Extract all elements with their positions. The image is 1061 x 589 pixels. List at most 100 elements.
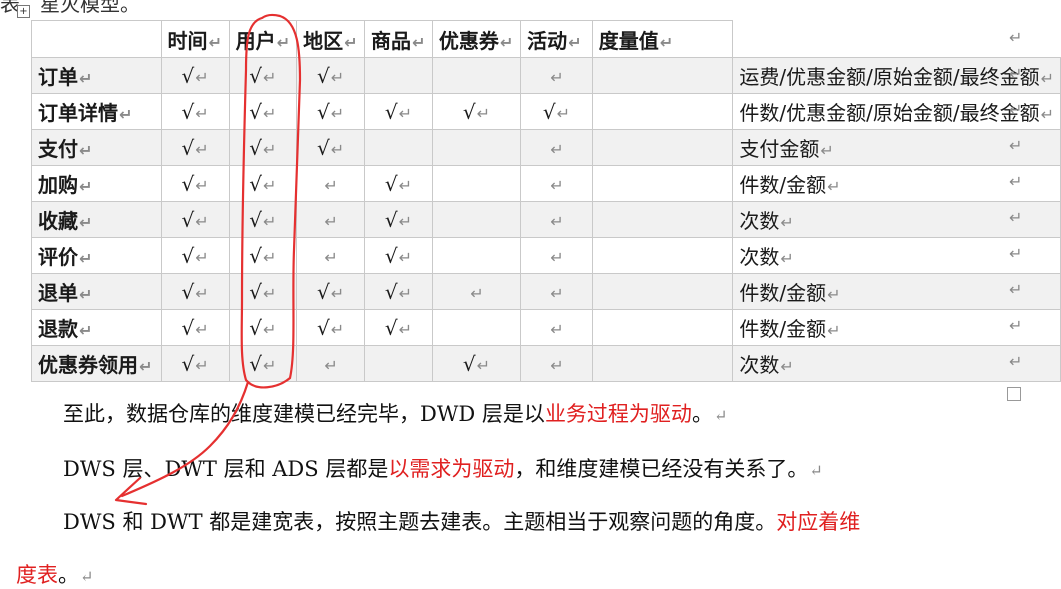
- paragraph-wide-table-continued: 度表。↵: [16, 563, 94, 587]
- row-header-cell: 订单↵: [31, 57, 162, 94]
- check-mark: √: [316, 135, 330, 160]
- check-mark: √: [316, 279, 330, 304]
- matrix-cell: ↵: [520, 201, 593, 238]
- matrix-cell: [364, 57, 433, 94]
- table-row: 退款↵ √↵ √↵ √↵ √↵ ↵ 件数/金额↵: [31, 309, 1061, 346]
- check-mark: √: [316, 99, 330, 124]
- paragraph-mark: ↵: [79, 321, 93, 340]
- paragraph-mark: ↵: [470, 283, 484, 303]
- paragraph-mark: ↵: [324, 211, 338, 231]
- paragraph-mark: ↵: [119, 105, 133, 124]
- matrix-cell: ↵: [296, 345, 365, 382]
- measure-value: 件数/优惠金额/原始金额/最终金额: [739, 101, 1040, 125]
- paragraph-mark: ↵: [263, 139, 277, 159]
- matrix-cell: √↵: [228, 345, 298, 382]
- paragraph-mark: ↵: [550, 211, 564, 231]
- paragraph-mark: ↵: [195, 67, 209, 87]
- paragraph-mark: ↵: [208, 32, 222, 52]
- table-move-handle-icon[interactable]: +: [17, 5, 30, 18]
- matrix-cell: √↵: [228, 309, 298, 346]
- check-mark: √: [181, 207, 195, 232]
- paragraph-mark: ↵: [330, 103, 345, 123]
- header-cell: 优惠券↵: [431, 20, 522, 58]
- row-header-cell: 收藏↵: [31, 201, 162, 238]
- paragraph-dwd: 至此，数据仓库的维度建模已经完毕，DWD 层是以业务过程为驱动。↵: [63, 402, 728, 426]
- paragraph-mark: ↵: [195, 139, 209, 159]
- check-mark: √: [316, 315, 330, 340]
- paragraph-mark: ↵: [276, 32, 291, 52]
- row-end-mark: ↵: [1009, 28, 1023, 47]
- matrix-cell: √↵: [296, 57, 365, 94]
- check-mark: √: [542, 99, 556, 124]
- paragraph-mark: ↵: [79, 177, 93, 196]
- row-label: 退单: [38, 281, 78, 305]
- matrix-cell: [591, 309, 734, 346]
- matrix-cell: [591, 129, 734, 166]
- header-cell: 活动↵: [520, 20, 593, 58]
- paragraph-mark: ↵: [79, 141, 93, 160]
- check-mark: √: [181, 351, 195, 376]
- matrix-cell: [431, 57, 522, 94]
- paragraph-dws-dwt-ads: DWS 层、DWT 层和 ADS 层都是以需求为驱动，和维度建模已经没有关系了。…: [63, 457, 823, 481]
- table-row: 支付↵ √↵ √↵ √↵ ↵ 支付金额↵: [31, 129, 1061, 166]
- check-mark: √: [181, 63, 195, 88]
- paragraph-mark: ↵: [476, 103, 491, 123]
- check-mark: √: [181, 171, 195, 196]
- paragraph-mark: ↵: [476, 355, 491, 375]
- header-cell: 用户↵: [228, 20, 298, 58]
- matrix-cell: [591, 201, 734, 238]
- matrix-cell: √↵: [431, 345, 522, 382]
- paragraph-mark: ↵: [195, 103, 209, 123]
- matrix-cell: √↵: [296, 129, 365, 166]
- row-header-cell: 订单详情↵: [31, 93, 162, 130]
- row-end-mark: ↵: [1009, 352, 1023, 371]
- paragraph-mark: ↵: [79, 285, 93, 304]
- matrix-cell: ↵: [520, 165, 593, 202]
- matrix-cell: [364, 129, 433, 166]
- paragraph-mark: ↵: [330, 319, 345, 339]
- check-mark: √: [181, 135, 195, 160]
- matrix-cell: √↵: [364, 273, 433, 310]
- matrix-cell: √↵: [160, 165, 230, 202]
- matrix-cell: [431, 201, 522, 238]
- matrix-cell: [431, 237, 522, 274]
- paragraph-mark: ↵: [780, 249, 794, 268]
- check-mark: √: [384, 171, 398, 196]
- paragraph-mark: ↵: [398, 211, 413, 231]
- paragraph-mark: ↵: [827, 177, 841, 196]
- matrix-cell: √↵: [160, 309, 230, 346]
- measure-value: 件数/金额: [739, 281, 827, 305]
- matrix-cell: ↵: [296, 237, 365, 274]
- paragraph-mark: ↵: [398, 283, 413, 303]
- header-label: 时间: [167, 28, 208, 53]
- matrix-cell: [431, 165, 522, 202]
- matrix-cell: √↵: [228, 165, 298, 202]
- paragraph-mark: ↵: [398, 319, 413, 339]
- matrix-cell: ↵: [431, 273, 522, 310]
- measure-value: 次数: [739, 245, 780, 269]
- paragraph-mark: ↵: [780, 213, 794, 232]
- row-end-mark: ↵: [1009, 136, 1023, 155]
- paragraph-mark: ↵: [263, 175, 277, 195]
- matrix-cell: √↵: [364, 165, 433, 202]
- matrix-cell: √↵: [160, 201, 230, 238]
- paragraph-wide-table: DWS 和 DWT 都是建宽表，按照主题去建表。主题相当于观察问题的角度。对应着…: [63, 510, 861, 534]
- matrix-cell: ↵: [520, 309, 593, 346]
- paragraph-mark: ↵: [499, 32, 514, 52]
- header-cell: 度量值↵: [591, 20, 734, 58]
- matrix-cell: √↵: [160, 237, 230, 274]
- check-mark: √: [384, 207, 398, 232]
- matrix-cell: [591, 93, 734, 130]
- paragraph-mark: ↵: [195, 355, 209, 375]
- check-mark: √: [316, 63, 330, 88]
- paragraph-mark: ↵: [195, 319, 209, 339]
- matrix-cell: [431, 309, 522, 346]
- matrix-cell: √↵: [160, 129, 230, 166]
- paragraph-mark: ↵: [330, 67, 345, 87]
- header-cell: 商品↵: [364, 20, 433, 58]
- check-mark: √: [384, 99, 398, 124]
- paragraph-mark: ↵: [398, 247, 413, 267]
- row-label: 支付: [38, 137, 78, 161]
- row-end-mark: ↵: [1009, 100, 1023, 119]
- table-resize-handle[interactable]: [1007, 387, 1021, 401]
